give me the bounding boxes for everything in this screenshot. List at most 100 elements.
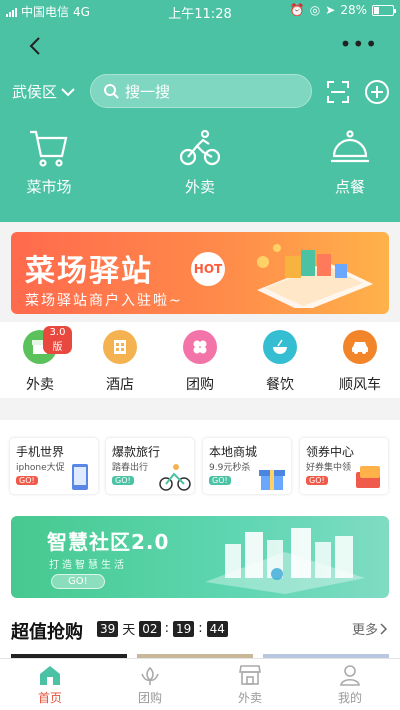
promo-card-phone[interactable]: 手机世界 iphone大促 GO! — [10, 438, 98, 494]
card-subtitle: 踏春出行 — [112, 463, 149, 473]
go-button[interactable]: GO! — [16, 476, 38, 485]
tab-label: 团购 — [137, 691, 162, 705]
tab-label: 首页 — [37, 691, 62, 705]
tab-mine[interactable]: 我的 — [320, 664, 380, 706]
smart-community-banner[interactable]: 智慧社区2.0 打造智慧生活 GO! — [11, 516, 389, 598]
top-nav: 菜市场 外卖 点餐 — [0, 128, 400, 204]
nav-item-order[interactable]: 点餐 — [305, 128, 395, 197]
gift-box-illustration — [259, 470, 285, 490]
flash-sale-section: 超值抢购 39 天 02 : 19 : 44 更多 — [0, 606, 400, 660]
time-separator: : — [164, 621, 169, 636]
promo-card-coupons[interactable]: 领券中心 好券集中领 GO! — [300, 438, 388, 494]
go-button[interactable]: GO! — [209, 476, 231, 485]
car-icon — [343, 330, 377, 364]
card-title: 本地商城 — [209, 445, 258, 459]
cloche-icon — [331, 130, 369, 163]
card-subtitle: 好券集中领 — [306, 463, 352, 473]
day-unit: 天 — [122, 623, 136, 638]
go-button[interactable]: GO! — [112, 476, 134, 485]
banner-subtitle: 菜场驿站商户入驻啦~ — [25, 293, 183, 309]
services-row: 3.0版 外卖 酒店 团购 餐饮 顺风车 — [0, 322, 400, 398]
status-bar: 中国电信 4G 上午11:28 ⏰ ◎ ➤ 28% — [0, 0, 400, 22]
tab-label: 我的 — [337, 691, 362, 705]
service-label: 餐饮 — [266, 377, 294, 393]
nav-label: 点餐 — [334, 178, 365, 196]
service-label: 外卖 — [26, 377, 54, 393]
nav-item-takeout[interactable]: 外卖 — [155, 128, 245, 197]
chevron-down-icon — [61, 87, 75, 96]
go-button[interactable]: GO! — [306, 476, 328, 485]
nav-label: 菜市场 — [26, 178, 72, 196]
location-arrow-icon: ➤ — [325, 3, 336, 17]
service-groupbuy[interactable]: 团购 — [168, 330, 232, 394]
market-station-banner[interactable]: 菜场驿站 菜场驿站商户入驻啦~ HOT — [11, 232, 389, 314]
countdown-timer: 39 天 02 : 19 : 44 — [97, 619, 228, 638]
card-subtitle: 9.9元秒杀 — [209, 463, 251, 473]
search-icon — [104, 84, 119, 99]
card-title: 爆款旅行 — [112, 445, 161, 459]
alarm-icon: ⏰ — [289, 3, 305, 17]
promo-cards: 手机世界 iphone大促 GO! 爆款旅行 踏春出行 GO! 本地商城 9.9… — [0, 420, 400, 508]
banner-title: 菜场驿站 — [25, 254, 153, 289]
tab-groupbuy[interactable]: 团购 — [120, 664, 180, 706]
service-label: 酒店 — [106, 377, 134, 393]
bottom-tab-bar: 首页 团购 外卖 我的 — [0, 658, 400, 710]
card-subtitle: iphone大促 — [16, 463, 65, 473]
card-title: 领券中心 — [306, 445, 355, 459]
more-icon[interactable]: ••• — [340, 34, 378, 54]
bowl-icon — [263, 330, 297, 364]
location-label: 武侯区 — [12, 83, 58, 101]
section-divider — [0, 398, 400, 420]
basket-icon — [30, 130, 68, 167]
phone-illustration — [72, 464, 88, 490]
card-title: 手机世界 — [16, 445, 65, 459]
back-icon[interactable] — [24, 34, 48, 58]
service-label: 团购 — [186, 377, 214, 393]
home-icon — [40, 666, 60, 685]
more-link[interactable]: 更多 — [352, 619, 388, 638]
coupon-illustration — [356, 466, 380, 488]
countdown-minutes: 19 — [172, 620, 195, 637]
clover-icon — [183, 330, 217, 364]
service-dining[interactable]: 餐饮 — [248, 330, 312, 394]
header: 中国电信 4G 上午11:28 ⏰ ◎ ➤ 28% ••• 武侯区 搜一搜 菜市… — [0, 0, 400, 222]
shopping-phone-illustration — [257, 244, 373, 308]
countdown-seconds: 44 — [206, 620, 228, 637]
lock-rotation-icon: ◎ — [309, 3, 321, 17]
tab-home[interactable]: 首页 — [20, 664, 80, 706]
community-section: 智慧社区2.0 打造智慧生活 GO! — [0, 508, 400, 606]
time-separator: : — [198, 621, 203, 636]
user-icon — [340, 665, 360, 686]
hotel-icon — [103, 330, 137, 364]
search-placeholder: 搜一搜 — [125, 82, 171, 101]
promo-card-mall[interactable]: 本地商城 9.9元秒杀 GO! — [203, 438, 291, 494]
service-takeout[interactable]: 3.0版 外卖 — [8, 326, 72, 394]
service-label: 顺风车 — [339, 377, 381, 393]
tab-label: 外卖 — [237, 691, 262, 705]
search-input[interactable]: 搜一搜 — [90, 74, 312, 108]
battery-percent: 28% — [340, 3, 367, 17]
service-hotel[interactable]: 酒店 — [88, 330, 152, 394]
shop-icon — [239, 665, 261, 685]
bike-icon — [179, 129, 221, 166]
flash-sale-title: 超值抢购 — [11, 622, 83, 643]
add-icon[interactable] — [364, 79, 390, 105]
city-illustration — [205, 528, 365, 594]
battery-icon — [372, 4, 396, 16]
hot-badge: HOT — [191, 252, 225, 286]
flower-icon — [141, 666, 159, 685]
promo-card-travel[interactable]: 爆款旅行 踏春出行 GO! — [106, 438, 194, 494]
service-rideshare[interactable]: 顺风车 — [328, 330, 392, 394]
tab-takeout[interactable]: 外卖 — [220, 664, 280, 706]
more-label: 更多 — [351, 623, 378, 638]
go-button[interactable]: GO! — [51, 574, 105, 589]
countdown-days: 39 — [97, 620, 119, 637]
countdown-hours: 02 — [139, 620, 161, 637]
version-badge: 3.0版 — [43, 326, 72, 354]
scan-icon[interactable] — [326, 80, 350, 104]
banner-title: 智慧社区2.0 — [47, 530, 170, 554]
location-selector[interactable]: 武侯区 — [12, 81, 75, 102]
nav-item-market[interactable]: 菜市场 — [4, 128, 94, 197]
cyclist-illustration — [159, 464, 191, 491]
chevron-right-icon — [380, 622, 388, 635]
